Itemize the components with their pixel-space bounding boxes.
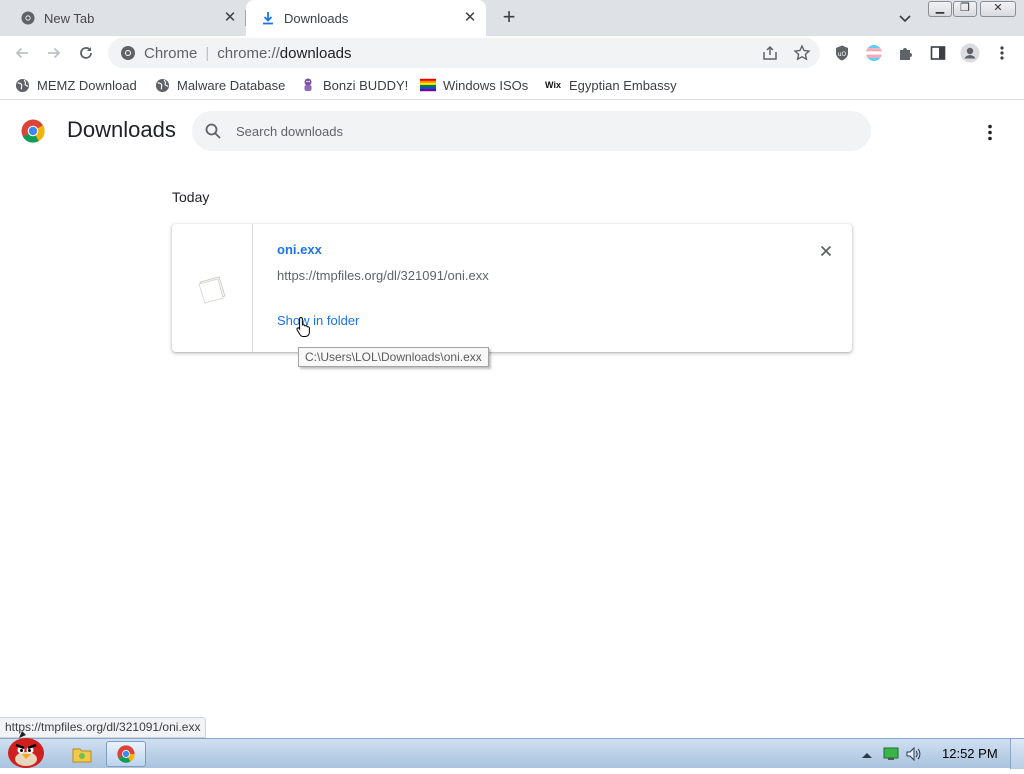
path-tooltip: C:\Users\LOL\Downloads\oni.exx [298,347,489,367]
search-box[interactable] [192,111,871,151]
file-icon-column [172,224,253,352]
show-hidden-icons-arrow-icon[interactable] [860,748,874,760]
chrome-page-icon [120,45,136,61]
file-name-link[interactable]: oni.exx [277,242,322,257]
bonzi-icon [300,77,316,93]
chrome-scheme-label: Chrome [144,44,198,62]
close-window-button[interactable]: ✕ [980,1,1016,17]
profile-avatar-icon[interactable] [960,43,980,63]
flag-extension-icon[interactable] [864,43,884,63]
page-title: Downloads [67,117,176,142]
start-button-angry-bird-icon[interactable] [2,729,48,769]
forward-arrow-icon[interactable] [42,41,66,65]
close-tab-icon[interactable]: ✕ [462,10,478,26]
url-text: chrome://downloads [217,44,352,62]
bookmark-label: Malware Database [177,77,286,93]
back-arrow-icon[interactable] [10,41,34,65]
download-icon [260,10,276,26]
chrome-globe-icon [20,10,36,26]
chrome-taskbar-button[interactable] [106,741,146,767]
address-bar[interactable]: Chrome | chrome://downloads [108,38,820,68]
search-input[interactable] [236,120,836,142]
bookmark-malware-database[interactable]: Malware Database [154,75,285,95]
tab-title: Downloads [284,10,349,26]
reload-icon[interactable] [74,41,98,65]
chrome-menu-icon[interactable] [992,43,1012,63]
bookmark-label: Bonzi BUDDY! [323,77,409,93]
tab-new-tab[interactable]: New Tab ✕ [8,0,246,36]
bookmarks-bar: MEMZ Download Malware Database Bonzi BUD… [0,70,1024,100]
svg-text:uO: uO [838,51,847,58]
new-tab-plus-icon[interactable]: + [497,6,521,30]
bookmark-label: MEMZ Download [37,77,137,93]
tab-downloads[interactable]: Downloads ✕ [246,0,486,36]
rainbow-flag-icon [420,77,436,93]
volume-speaker-icon[interactable] [905,746,923,762]
bookmark-memz-download[interactable]: MEMZ Download [14,75,137,95]
more-actions-icon[interactable] [978,121,1002,145]
url-separator: | [205,44,210,62]
downloads-header: Downloads [0,102,1024,160]
tab-title: New Tab [44,10,95,26]
share-icon[interactable] [760,43,780,63]
bookmark-star-icon[interactable] [792,43,812,63]
bookmark-label: Windows ISOs [443,77,529,93]
toolbar: Chrome | chrome://downloads uO [0,36,1024,70]
ublock-shield-icon[interactable]: uO [832,43,852,63]
extensions-puzzle-icon[interactable] [896,43,916,63]
taskbar-clock[interactable]: 12:52 PM [942,746,998,761]
remove-download-icon[interactable] [816,241,836,261]
taskbar: 12:52 PM [0,731,1024,769]
date-section-label: Today [172,189,210,205]
chrome-logo-icon [21,119,45,143]
show-desktop-button[interactable] [1010,739,1024,769]
file-source-url[interactable]: https://tmpfiles.org/dl/321091/oni.exx [277,268,489,283]
bookmark-egyptian-embassy[interactable]: Wix Egyptian Embassy [544,75,677,95]
tab-search-chevron-icon[interactable] [896,9,914,27]
globe-icon [154,77,170,93]
minimize-button[interactable]: ▁ [928,1,952,17]
file-icon [195,272,229,306]
bookmark-bonzi-buddy[interactable]: Bonzi BUDDY! [300,75,408,95]
wix-icon: Wix [545,80,561,90]
file-explorer-taskbar-icon[interactable] [62,741,102,767]
bookmark-label: Egyptian Embassy [569,77,677,93]
globe-icon [14,77,30,93]
side-panel-icon[interactable] [928,43,948,63]
hand-cursor-icon [296,316,312,338]
network-icon[interactable] [882,746,900,762]
bookmark-windows-isos[interactable]: Windows ISOs [420,75,528,95]
restore-button[interactable]: ❐ [953,1,977,17]
tab-strip: New Tab ✕ Downloads ✕ + ▁ ❐ ✕ [0,0,1024,36]
close-tab-icon[interactable]: ✕ [222,10,238,26]
search-icon [204,122,222,140]
download-item-card: oni.exx https://tmpfiles.org/dl/321091/o… [172,224,852,352]
show-in-folder-link[interactable]: Show in folder [277,313,359,328]
